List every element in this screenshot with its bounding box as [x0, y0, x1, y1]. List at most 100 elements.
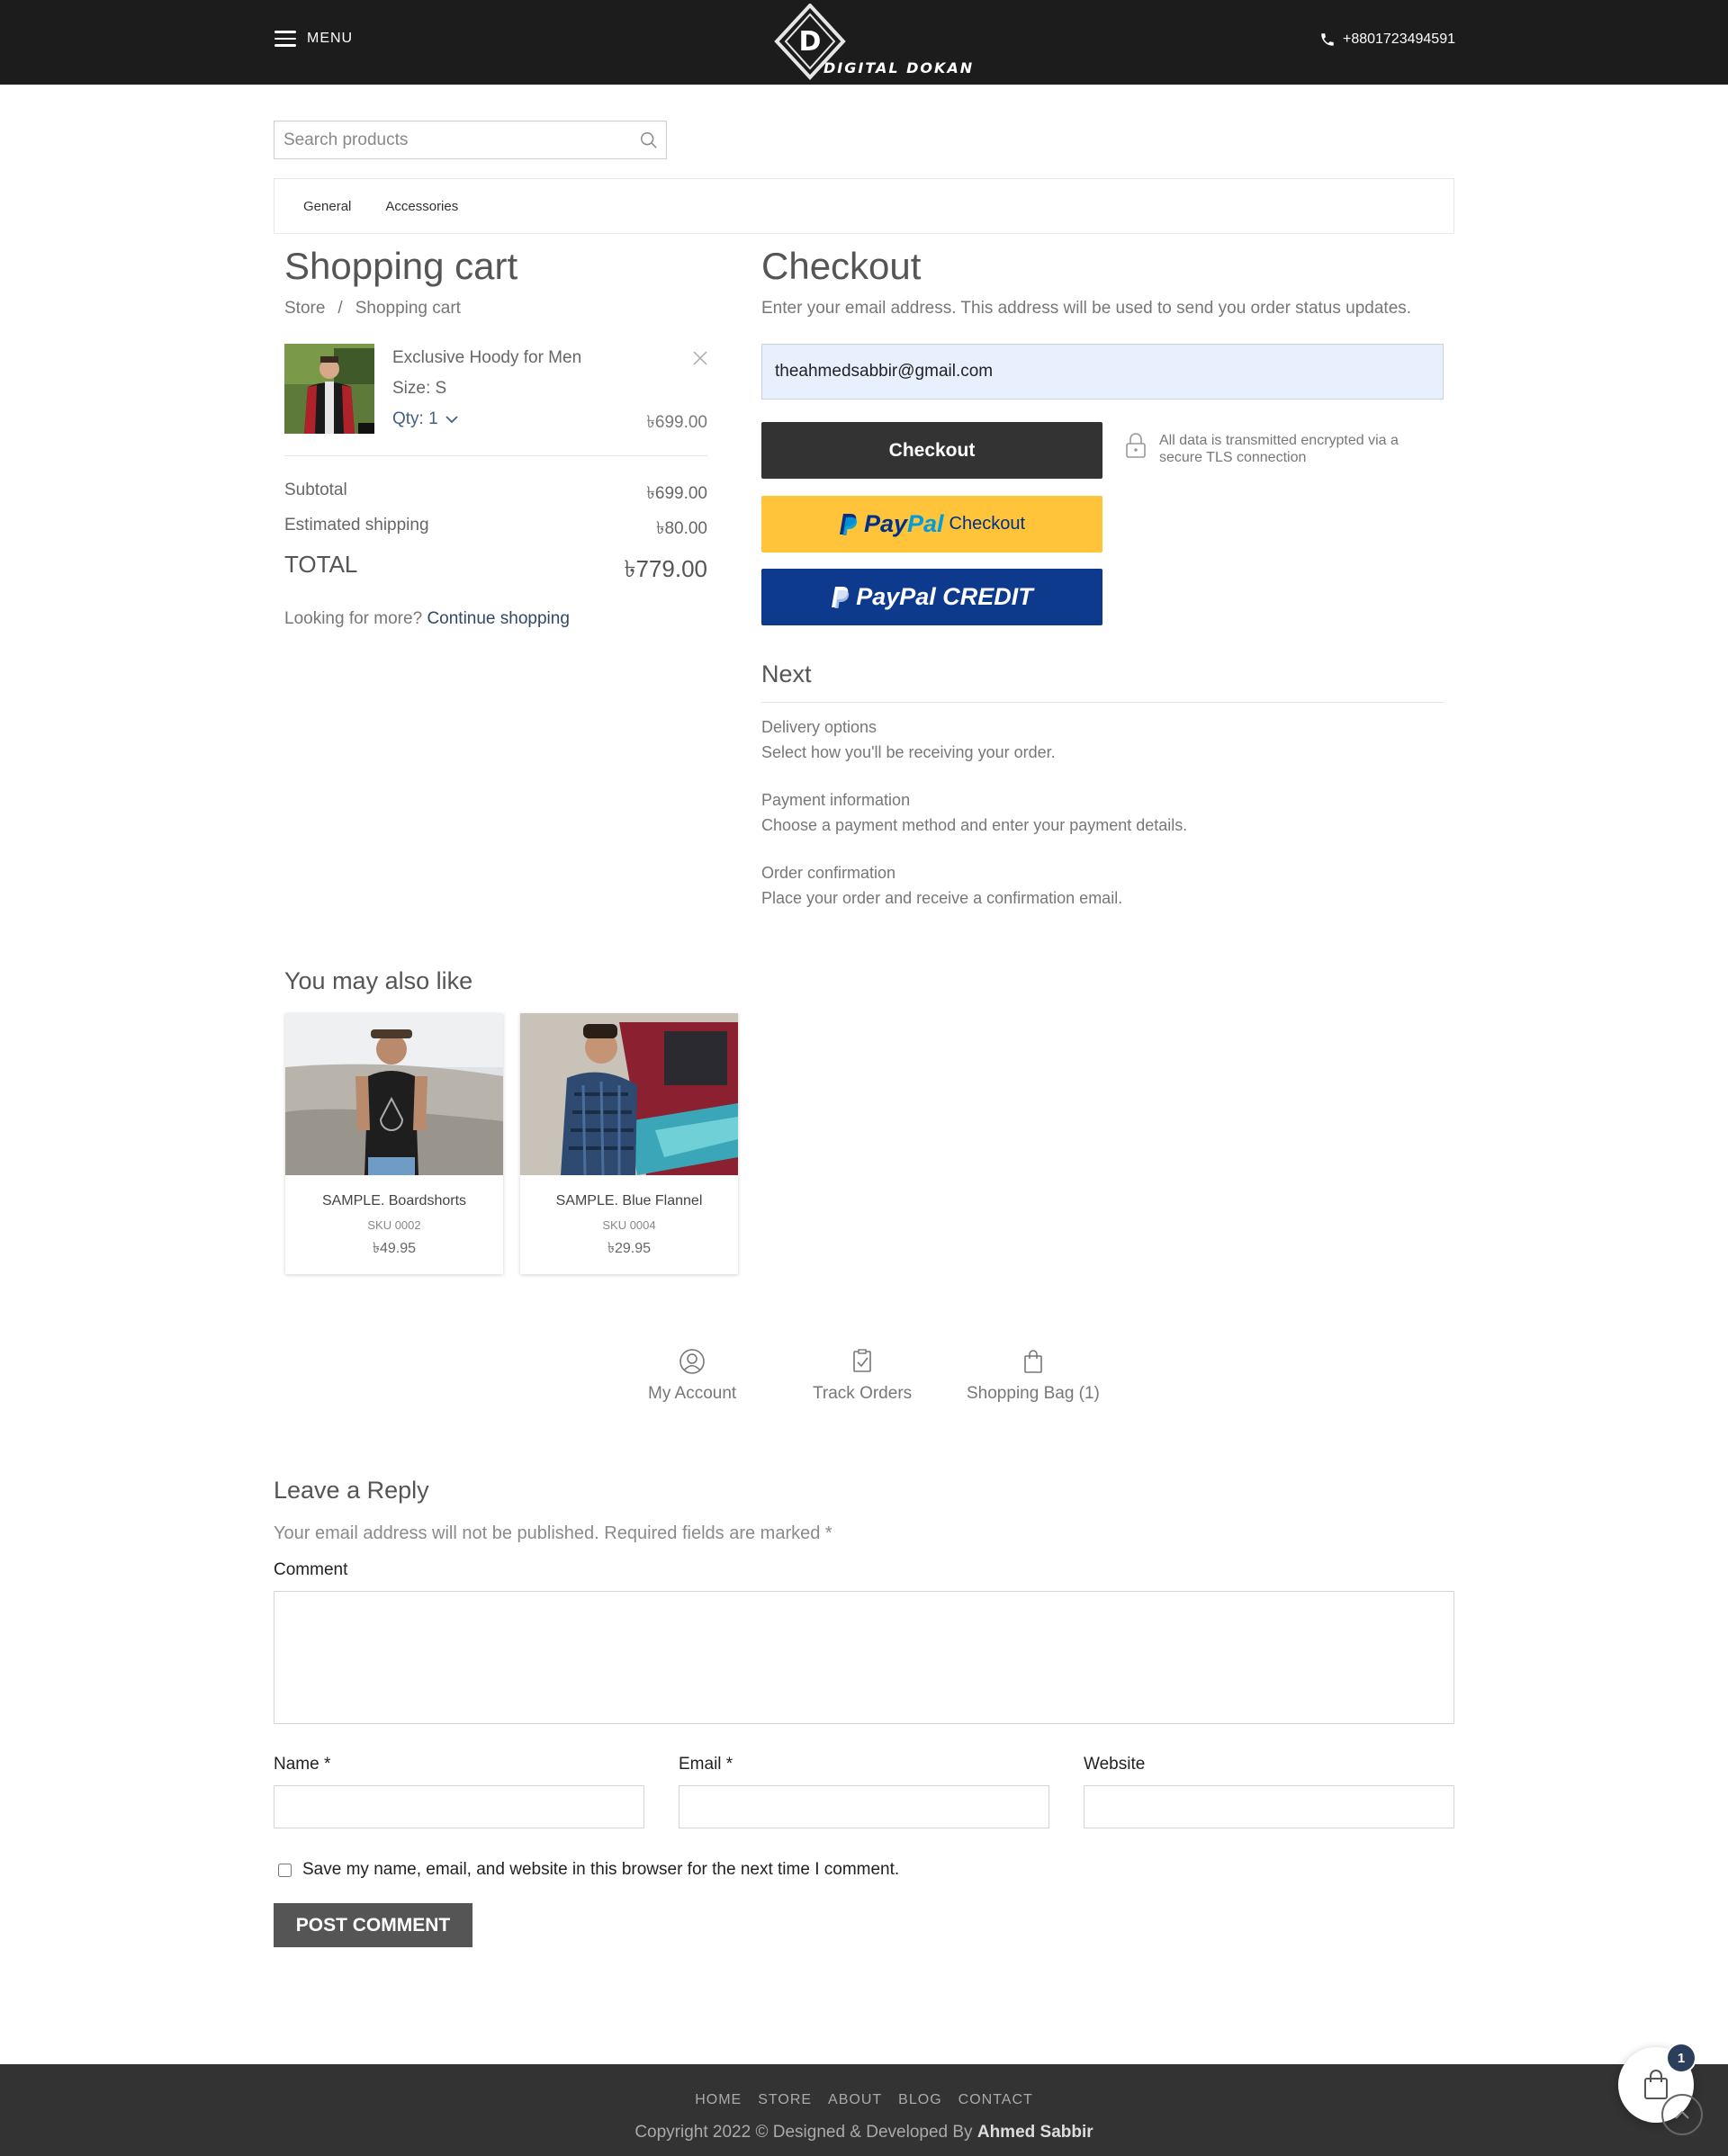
search-input[interactable] [274, 121, 616, 158]
footer-link-blog[interactable]: BLOG [898, 2092, 941, 2108]
checkout-subtitle: Enter your email address. This address w… [761, 299, 1412, 318]
looking-text: Looking for more? [284, 609, 423, 628]
search-icon[interactable] [639, 130, 659, 150]
breadcrumb-separator: / [338, 299, 343, 318]
back-to-top-button[interactable] [1661, 2094, 1703, 2135]
cart-bag-icon [1644, 2070, 1668, 2099]
remove-item-icon[interactable] [691, 349, 709, 367]
step-description: Choose a payment method and enter your p… [761, 816, 1188, 834]
cart-item-name[interactable]: Exclusive Hoody for Men [392, 348, 581, 368]
top-header: MENU D DIGITAL DOKAN +8801723494591 [0, 0, 1728, 85]
email-label: Email * [679, 1755, 734, 1774]
next-title: Next [761, 660, 812, 687]
my-account-label: My Account [648, 1384, 737, 1403]
breadcrumb-current: Shopping cart [355, 299, 461, 318]
footer-link-contact[interactable]: CONTACT [958, 2092, 1033, 2108]
product-name[interactable]: SAMPLE. Boardshorts [285, 1193, 503, 1209]
cart-divider [284, 455, 707, 456]
phone-link[interactable]: +8801723494591 [1319, 31, 1455, 48]
checkout-title: Checkout [761, 245, 922, 287]
step-payment: Payment information Choose a payment met… [761, 787, 1187, 838]
copyright-text: Copyright 2022 © Designed & Developed By [634, 2123, 973, 2142]
shipping-row: Estimated shipping ৳80.00 [284, 516, 707, 544]
footer-link-about[interactable]: ABOUT [828, 2092, 882, 2108]
product-name[interactable]: SAMPLE. Blue Flannel [520, 1193, 738, 1209]
cart-count-badge: 1 [1668, 2044, 1695, 2071]
category-tabs: General Accessories [274, 178, 1454, 234]
secure-text: All data is transmitted encrypted via a … [1159, 433, 1399, 465]
next-divider [761, 702, 1444, 703]
user-icon [680, 1349, 705, 1374]
phone-number: +8801723494591 [1342, 31, 1455, 47]
subtotal-label: Subtotal [284, 481, 347, 499]
reply-title: Leave a Reply [274, 1477, 429, 1504]
product-image[interactable] [285, 1013, 503, 1175]
subtotal-value: ৳699.00 [646, 484, 707, 503]
email-field[interactable] [679, 1785, 1049, 1828]
svg-text:D: D [799, 26, 822, 58]
step-confirmation: Order confirmation Place your order and … [761, 860, 1122, 911]
site-logo[interactable]: D DIGITAL DOKAN [770, 4, 972, 81]
product-price: ৳29.95 [607, 1241, 651, 1256]
cart-item-size: Size: S [392, 379, 447, 398]
save-info-row: Save my name, email, and website in this… [278, 1860, 899, 1880]
save-info-label: Save my name, email, and website in this… [302, 1860, 900, 1879]
website-label: Website [1084, 1755, 1146, 1774]
total-value: ৳779.00 [624, 555, 707, 582]
post-comment-button[interactable]: POST COMMENT [274, 1903, 472, 1947]
track-orders-label: Track Orders [813, 1384, 913, 1403]
shopping-bag-link[interactable]: Shopping Bag (1) [967, 1348, 1100, 1404]
phone-icon [1321, 33, 1334, 46]
footer-link-home[interactable]: HOME [695, 2092, 742, 2108]
copyright: Copyright 2022 © Designed & Developed By… [0, 2123, 1728, 2143]
copyright-author[interactable]: Ahmed Sabbir [977, 2123, 1094, 2142]
menu-button[interactable]: MENU [274, 31, 353, 47]
checklist-icon [853, 1349, 871, 1372]
comment-field[interactable] [274, 1591, 1454, 1724]
hamburger-icon [274, 31, 296, 47]
shipping-label: Estimated shipping [284, 516, 429, 535]
shopping-bag-label: Shopping Bag (1) [967, 1384, 1100, 1403]
save-info-checkbox[interactable] [278, 1863, 292, 1877]
bag-icon [1024, 1350, 1042, 1373]
cart-title: Shopping cart [284, 245, 518, 287]
logo-text: DIGITAL DOKAN [824, 59, 975, 76]
breadcrumb-store[interactable]: Store [284, 299, 325, 319]
cart-item-image[interactable] [284, 344, 374, 434]
subtotal-row: Subtotal ৳699.00 [284, 481, 707, 509]
total-row: TOTAL ৳779.00 [284, 551, 707, 590]
website-field[interactable] [1084, 1785, 1454, 1828]
paypal-credit-button[interactable]: PayPal CREDIT [761, 569, 1102, 625]
chevron-up-icon [1675, 2110, 1689, 2119]
quantity-label: Qty: 1 [392, 409, 438, 428]
continue-shopping-link[interactable]: Continue shopping [427, 609, 569, 628]
track-orders-link[interactable]: Track Orders [813, 1348, 912, 1404]
tab-general[interactable]: General [303, 199, 351, 214]
my-account-link[interactable]: My Account [648, 1348, 736, 1404]
comment-label: Comment [274, 1560, 348, 1579]
paypal-pay-text: Pay [863, 510, 907, 537]
step-title: Delivery options [761, 718, 878, 736]
paypal-credit-logo-icon [832, 586, 850, 608]
checkout-button[interactable]: Checkout [761, 422, 1102, 479]
continue-shopping-line: Looking for more? Continue shopping [284, 609, 570, 629]
quantity-dropdown[interactable]: Qty: 1 [392, 409, 458, 429]
footer-link-store[interactable]: STORE [758, 2092, 812, 2108]
product-card[interactable]: SAMPLE. Boardshorts SKU 0002 ৳49.95 [285, 1013, 503, 1274]
step-title: Order confirmation [761, 864, 896, 882]
step-title: Payment information [761, 791, 911, 809]
paypal-pal-text: Pal [907, 510, 944, 537]
checkout-email-field[interactable] [761, 344, 1444, 400]
name-field[interactable] [274, 1785, 644, 1828]
tab-accessories[interactable]: Accessories [385, 199, 458, 214]
product-sku: SKU 0004 [602, 1218, 656, 1232]
paypal-checkout-button[interactable]: Pay Pal Checkout [761, 496, 1102, 552]
page-footer: HOME STORE ABOUT BLOG CONTACT Copyright … [0, 2064, 1728, 2156]
shipping-value: ৳80.00 [655, 519, 707, 538]
chevron-down-icon [446, 416, 458, 424]
paypal-logo-icon [839, 513, 858, 535]
product-image[interactable] [520, 1013, 738, 1175]
total-label: TOTAL [284, 551, 358, 578]
product-card[interactable]: SAMPLE. Blue Flannel SKU 0004 ৳29.95 [520, 1013, 738, 1274]
secure-notice: All data is transmitted encrypted via a … [1125, 432, 1420, 466]
